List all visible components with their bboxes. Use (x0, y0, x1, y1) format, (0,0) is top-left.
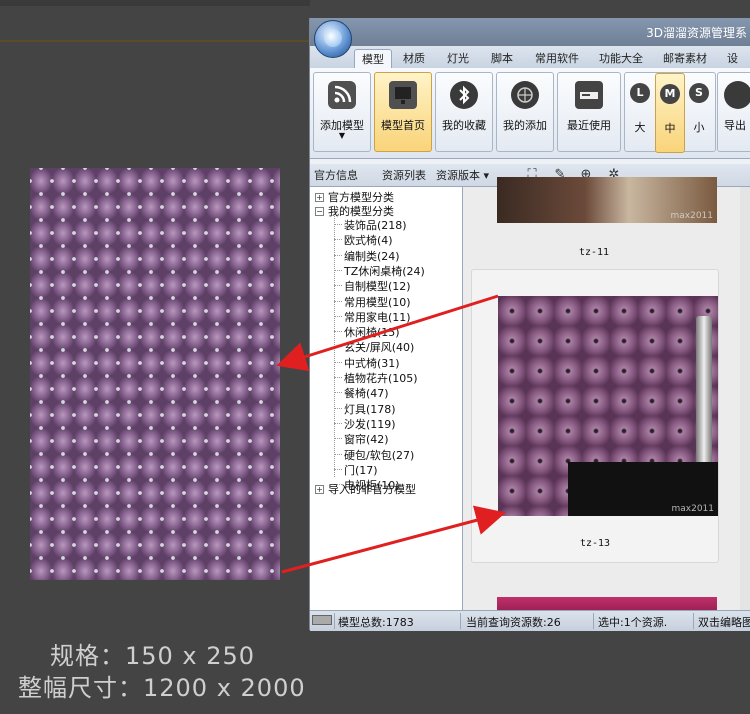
annotation-arrow (281, 505, 506, 574)
annotation-arrow (276, 294, 499, 372)
annotation-arrows (276, 294, 506, 574)
